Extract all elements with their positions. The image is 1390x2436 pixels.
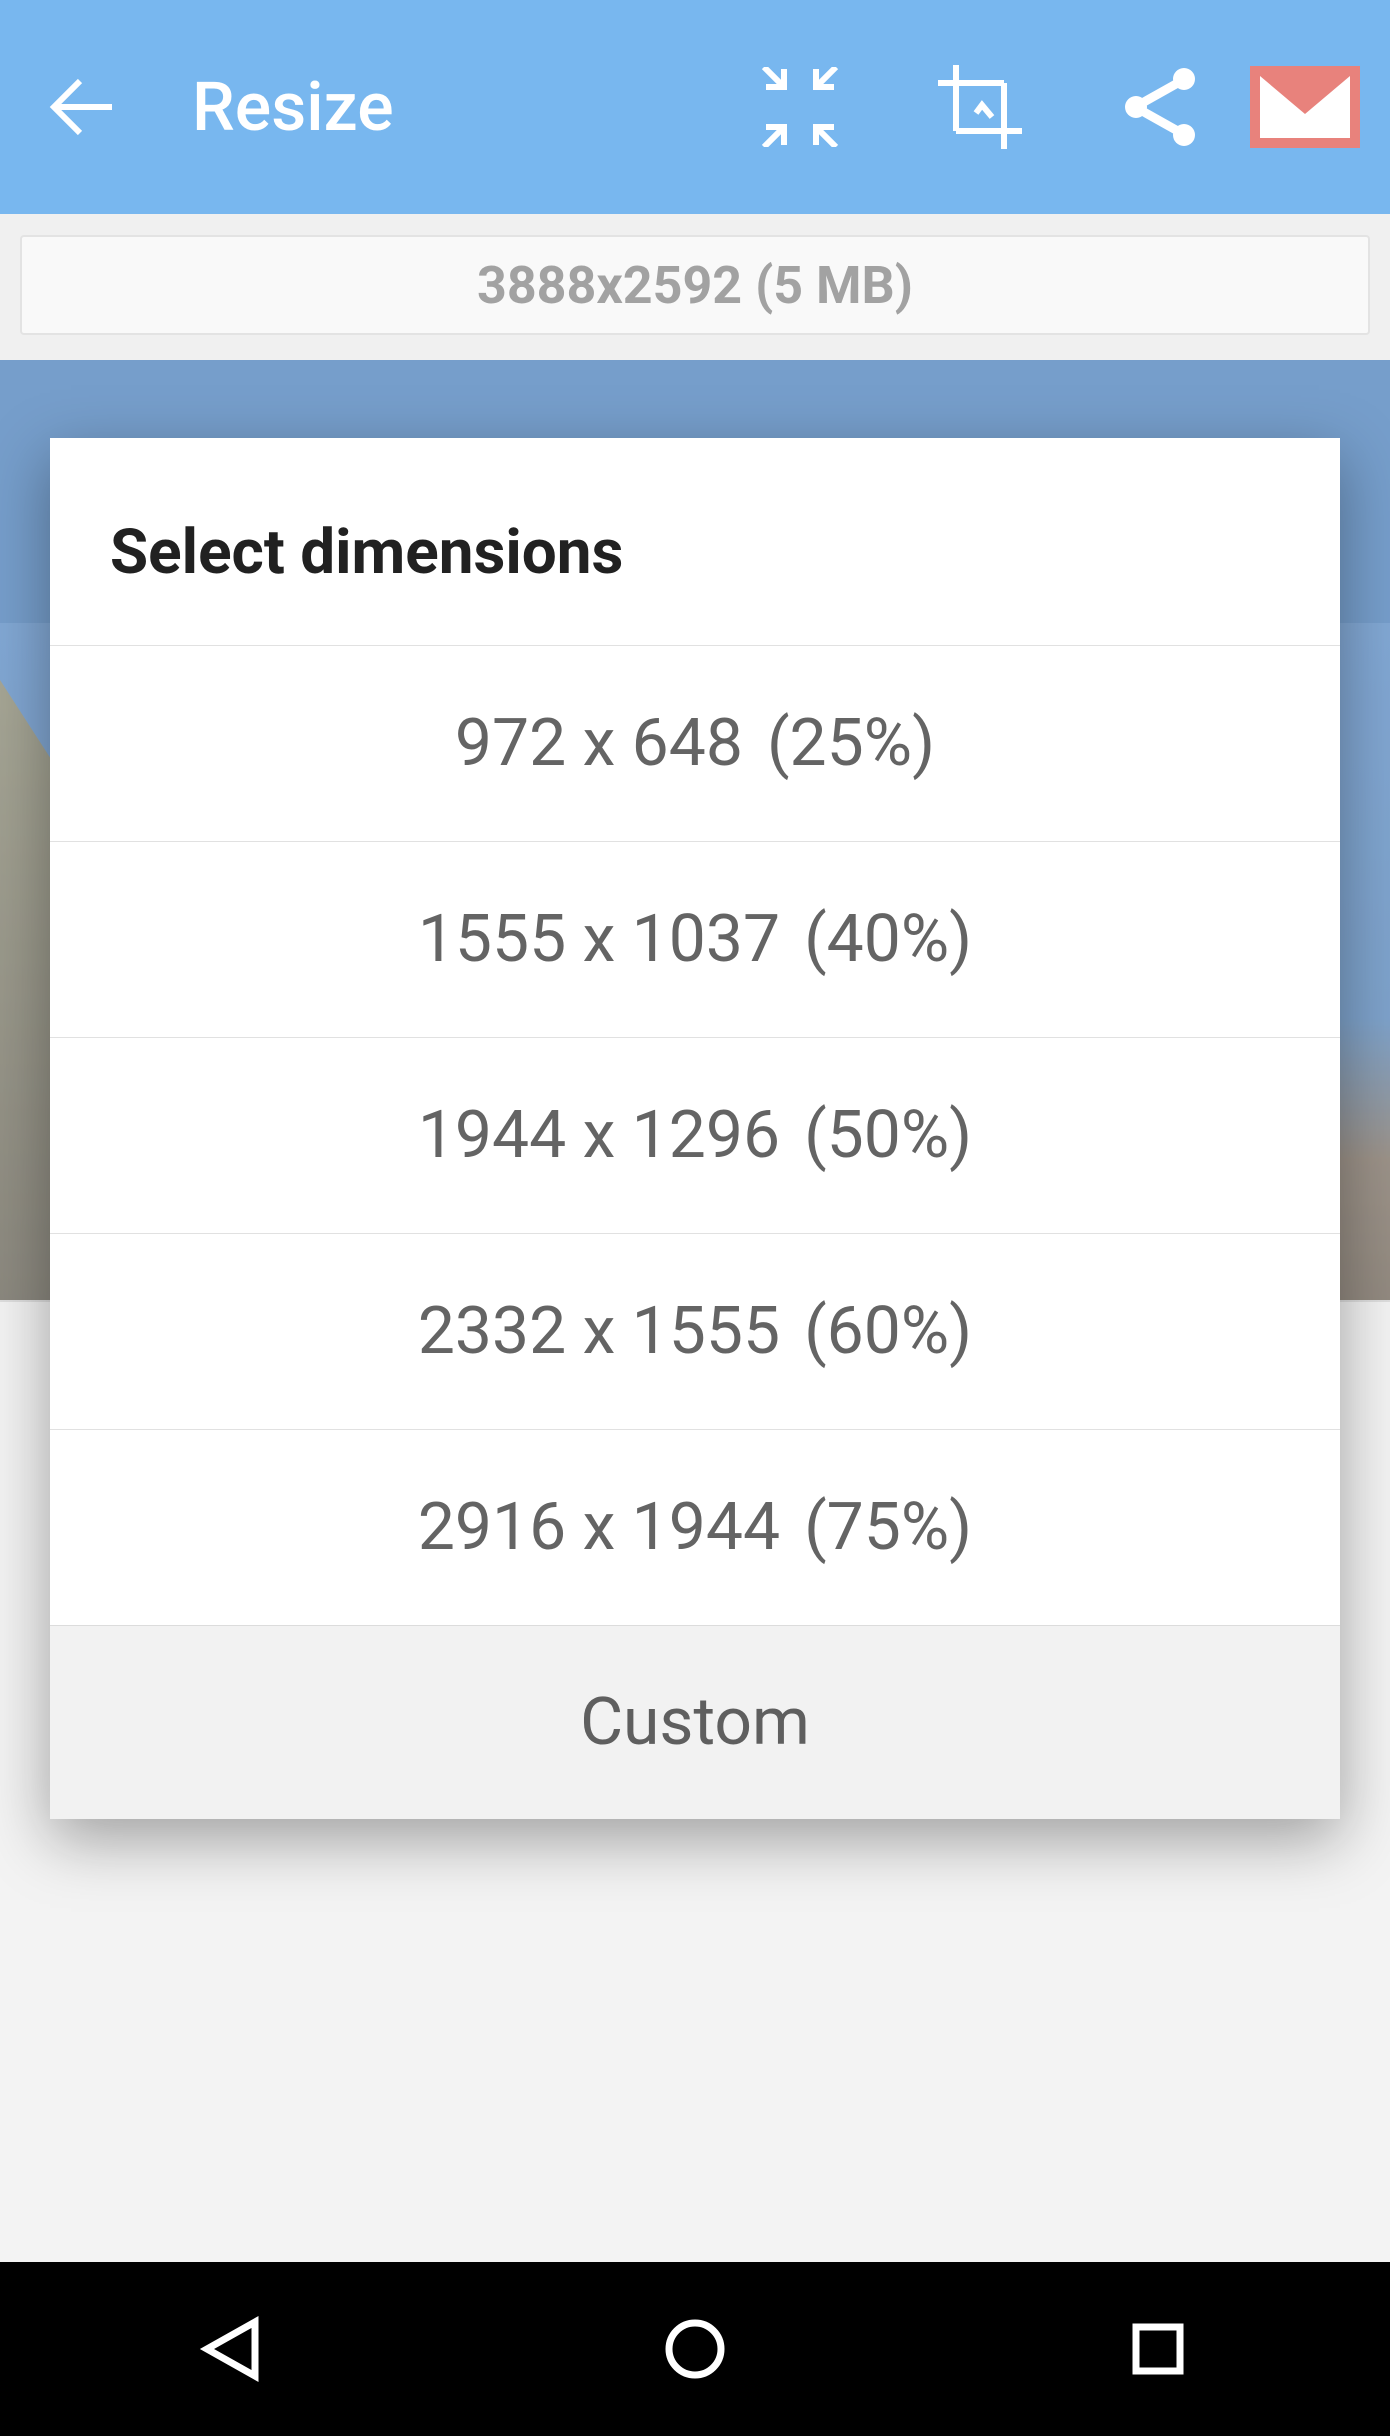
dimension-text: 2916 x 1944 [418, 1489, 780, 1566]
dimension-text: 972 x 648 [455, 705, 743, 782]
nav-recent-button[interactable] [1098, 2289, 1218, 2409]
dimension-text: 2332 x 1555 [418, 1293, 780, 1370]
dimension-percent: (25%) [767, 705, 935, 782]
dialog-title: Select dimensions [50, 438, 1340, 645]
select-dimensions-dialog: Select dimensions 972 x 648 (25%) 1555 x… [50, 438, 1340, 1819]
dimension-percent: (75%) [804, 1489, 972, 1566]
dimension-option-60[interactable]: 2332 x 1555 (60%) [50, 1233, 1340, 1429]
dimension-percent: (50%) [804, 1097, 972, 1174]
nav-back-button[interactable] [172, 2289, 292, 2409]
nav-home-button[interactable] [635, 2289, 755, 2409]
dimension-option-25[interactable]: 972 x 648 (25%) [50, 645, 1340, 841]
custom-dimension-button[interactable]: Custom [50, 1625, 1340, 1819]
dimension-option-40[interactable]: 1555 x 1037 (40%) [50, 841, 1340, 1037]
dimension-option-75[interactable]: 2916 x 1944 (75%) [50, 1429, 1340, 1625]
nav-back-icon [197, 2314, 267, 2384]
dimension-text: 1944 x 1296 [418, 1097, 780, 1174]
dimension-percent: (40%) [804, 901, 972, 978]
nav-home-icon [660, 2314, 730, 2384]
android-nav-bar [0, 2262, 1390, 2436]
dimension-percent: (60%) [804, 1293, 972, 1370]
custom-label: Custom [580, 1684, 810, 1761]
app-screen: Resize [0, 0, 1390, 2262]
dimension-option-50[interactable]: 1944 x 1296 (50%) [50, 1037, 1340, 1233]
nav-recent-icon [1126, 2317, 1190, 2381]
device-frame: Resize [0, 0, 1390, 2436]
dimension-text: 1555 x 1037 [418, 901, 780, 978]
